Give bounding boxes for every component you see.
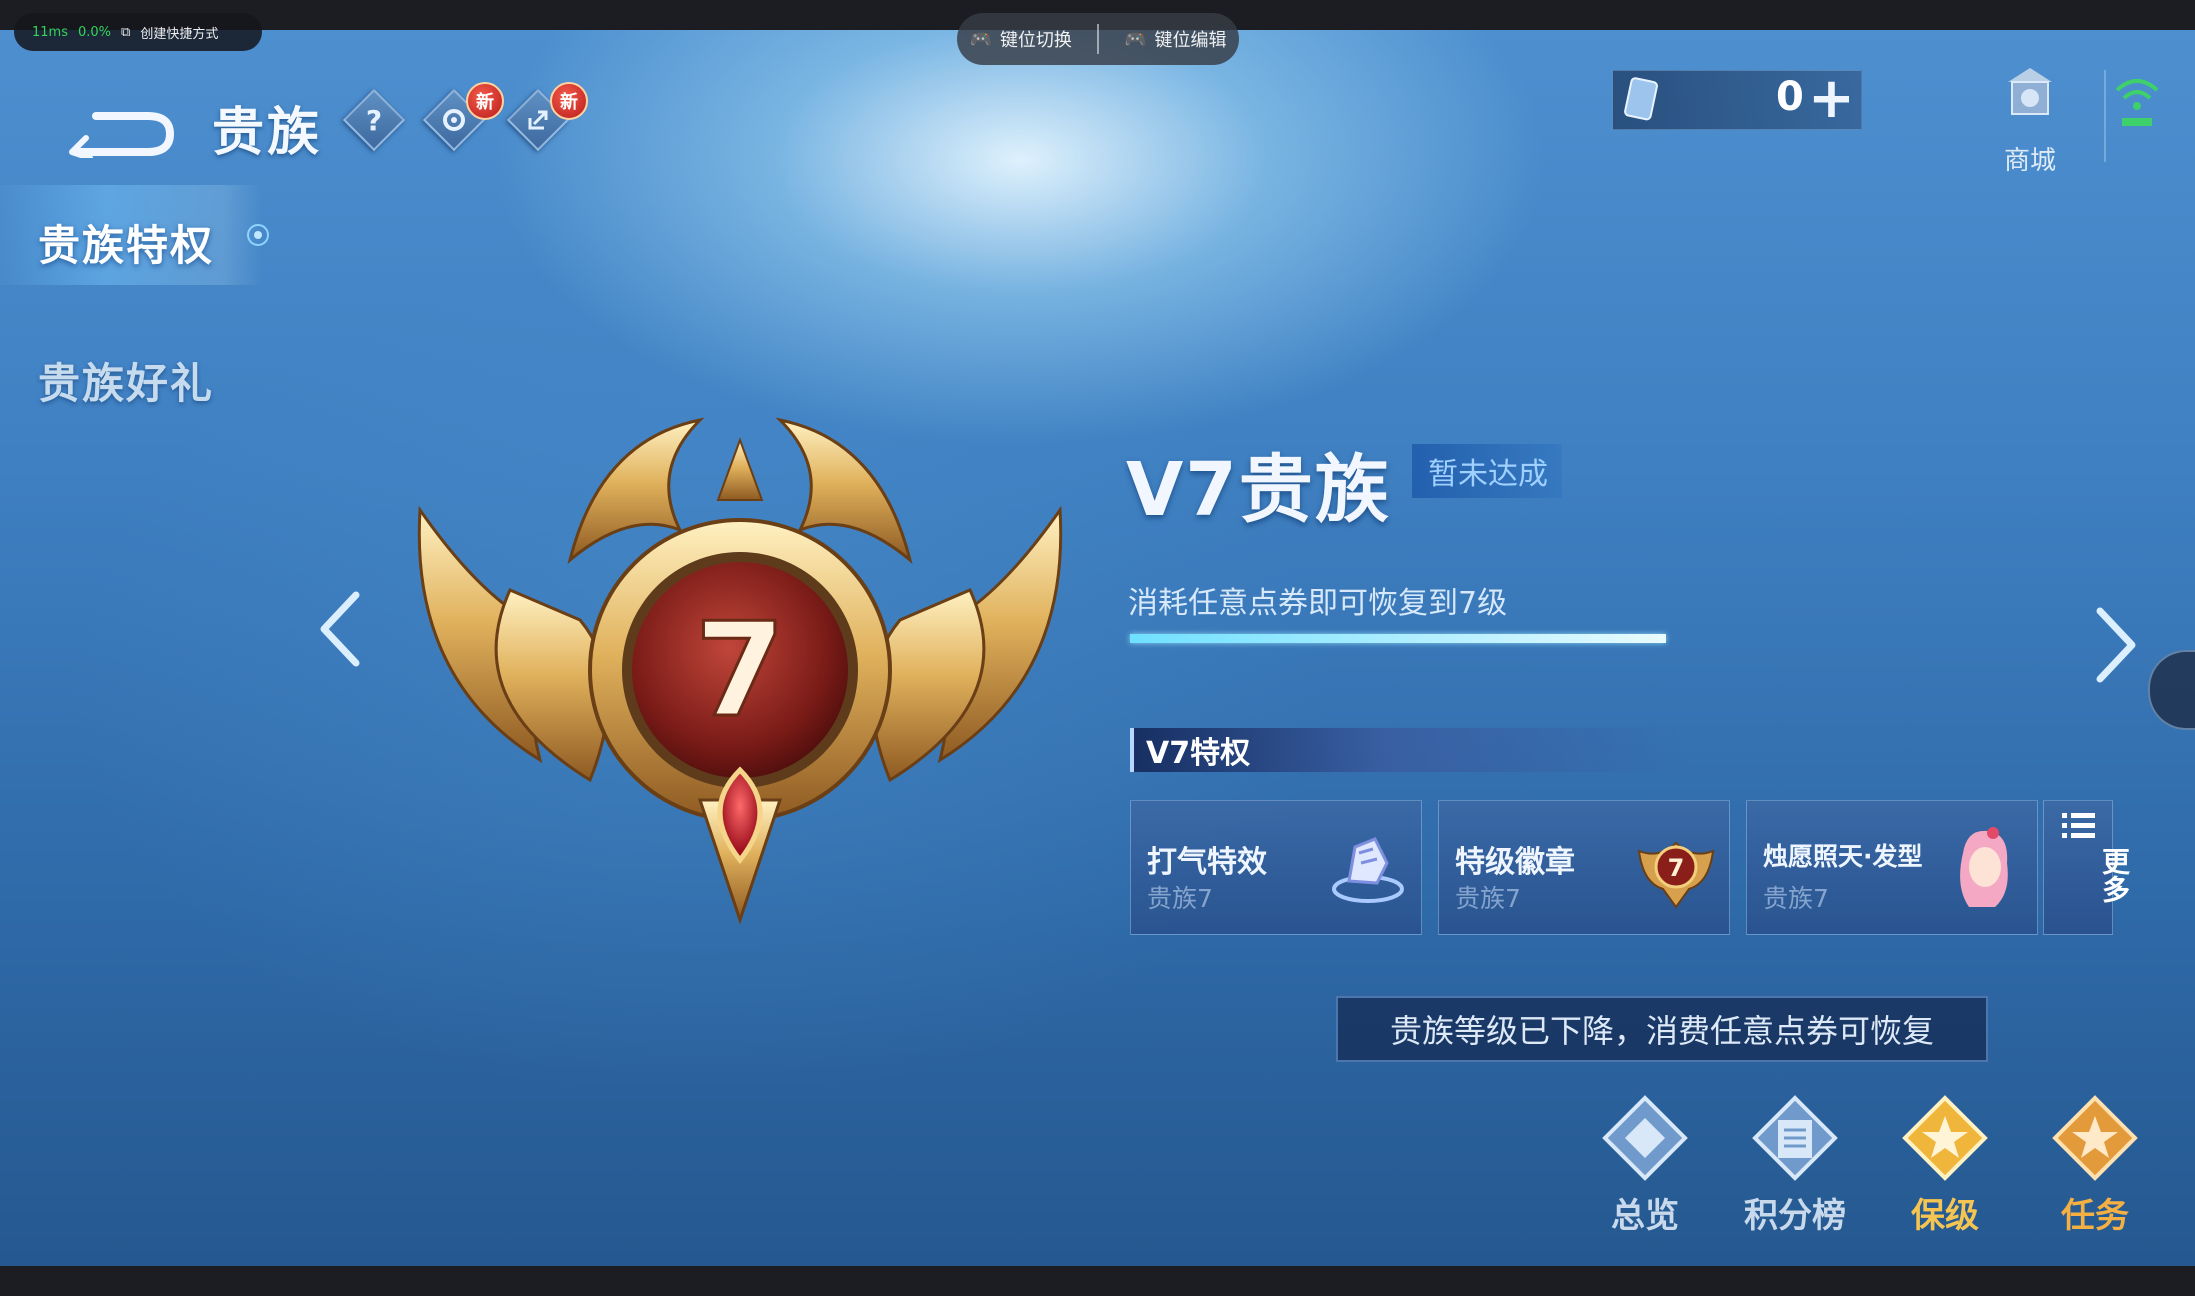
noble-level-emblem: 7: [400, 380, 1080, 980]
add-currency-button[interactable]: +: [1808, 66, 1855, 131]
perf-overlay: 11ms 0.0% ⧉ 创建快捷方式: [14, 13, 262, 51]
privilege-requirement: 贵族7: [1763, 884, 1829, 913]
level-progress-bar: [1130, 634, 1666, 643]
chevron-right-icon: [2096, 607, 2136, 683]
prev-level-button[interactable]: [316, 586, 366, 691]
status-badge: 暂未达成: [1412, 444, 1562, 498]
divider: [2104, 70, 2106, 162]
chevron-left-icon: [320, 591, 360, 667]
privilege-card-badge[interactable]: 特级徽章 贵族7 7: [1438, 800, 1730, 935]
emblem-level-number: 7: [695, 594, 785, 746]
key-edit-button[interactable]: 🎮 键位编辑: [1124, 26, 1226, 52]
nav-tasks-button[interactable]: 任务: [2040, 1090, 2150, 1236]
tasks-icon: [2052, 1095, 2138, 1181]
coupon-icon: [1622, 76, 1662, 126]
ping-readout: 11ms: [32, 24, 68, 40]
leaderboard-icon: [1752, 1095, 1838, 1181]
active-dot-icon: [247, 224, 269, 246]
next-level-button[interactable]: [2090, 602, 2140, 707]
nav-protect-level-button[interactable]: 保级: [1890, 1090, 2000, 1236]
shop-icon: [2008, 68, 2052, 115]
privilege-card-cheer[interactable]: 打气特效 贵族7: [1130, 800, 1422, 935]
nav-label: 总览: [1611, 1196, 1679, 1236]
privilege-name: 特级徽章: [1455, 845, 1575, 880]
privilege-card-hairstyle[interactable]: 烛愿照天·发型 贵族7: [1746, 800, 2038, 935]
privilege-requirement: 贵族7: [1455, 884, 1521, 913]
shop-label: 商城: [2003, 146, 2056, 176]
privileges-heading: V7特权: [1130, 728, 1690, 772]
hairstyle-icon: [1960, 827, 2008, 907]
side-drawer-handle[interactable]: [2148, 650, 2195, 730]
cheer-effect-icon: [1332, 837, 1404, 903]
back-button[interactable]: [68, 98, 178, 161]
shop-button[interactable]: 商城: [1990, 60, 2070, 176]
level-progress-fill: [1130, 634, 1666, 643]
more-label: 更多: [2098, 847, 2131, 903]
back-arrow-icon: [69, 112, 175, 161]
level-title: V7贵族: [1126, 447, 1391, 533]
svg-text:7: 7: [1668, 854, 1685, 882]
badge-icon: 7: [1637, 841, 1715, 909]
help-icon: ?: [365, 103, 383, 137]
key-switch-label: 键位切换: [999, 30, 1072, 51]
keymap-toolbar: 🎮 键位切换 🎮 键位编辑: [957, 13, 1239, 65]
settings-new-badge: 新: [466, 82, 504, 120]
nav-overview-button[interactable]: 总览: [1590, 1090, 1700, 1236]
gamepad-icon: 🎮: [1124, 28, 1147, 50]
overview-icon: [1602, 1095, 1688, 1181]
sidebar-item-privileges[interactable]: 贵族特权: [38, 212, 214, 273]
list-icon: [2062, 813, 2095, 838]
page-title: 贵族: [212, 103, 323, 163]
privilege-name: 烛愿照天·发型: [1763, 842, 1923, 871]
key-edit-label: 键位编辑: [1154, 30, 1227, 51]
nav-label: 保级: [1911, 1196, 1979, 1236]
shortcut-icon: ⧉: [121, 24, 131, 40]
more-privileges-button[interactable]: 更多: [2043, 800, 2131, 935]
game-screen: 贵族 ? 新 新 0 + 商城 贵族特权 贵族好礼 7 V7贵族 暂未达成 消耗…: [0, 30, 2195, 1266]
nav-label: 积分榜: [1744, 1196, 1846, 1236]
create-shortcut-button[interactable]: 创建快捷方式: [140, 23, 218, 42]
protect-level-icon: [1902, 1095, 1988, 1181]
level-drop-notice: 贵族等级已下降，消费任意点券可恢复: [1336, 996, 1988, 1062]
share-new-badge: 新: [550, 82, 588, 120]
nav-leaderboard-button[interactable]: 积分榜: [1740, 1090, 1850, 1236]
gamepad-icon: 🎮: [969, 28, 992, 50]
loss-readout: 0.0%: [77, 24, 112, 40]
wifi-icon: [2112, 70, 2162, 134]
window-bottom-border: [0, 1266, 2195, 1296]
privilege-name: 打气特效: [1147, 845, 1267, 880]
privilege-requirement: 贵族7: [1147, 884, 1213, 913]
nav-label: 任务: [2061, 1196, 2129, 1236]
help-button[interactable]: ?: [342, 88, 406, 152]
key-switch-button[interactable]: 🎮 键位切换: [970, 26, 1072, 52]
restore-hint: 消耗任意点券即可恢复到7级: [1128, 586, 1508, 621]
currency-value: 0: [1776, 74, 1804, 120]
divider: [1096, 24, 1099, 54]
sidebar-item-gifts[interactable]: 贵族好礼: [38, 350, 214, 411]
